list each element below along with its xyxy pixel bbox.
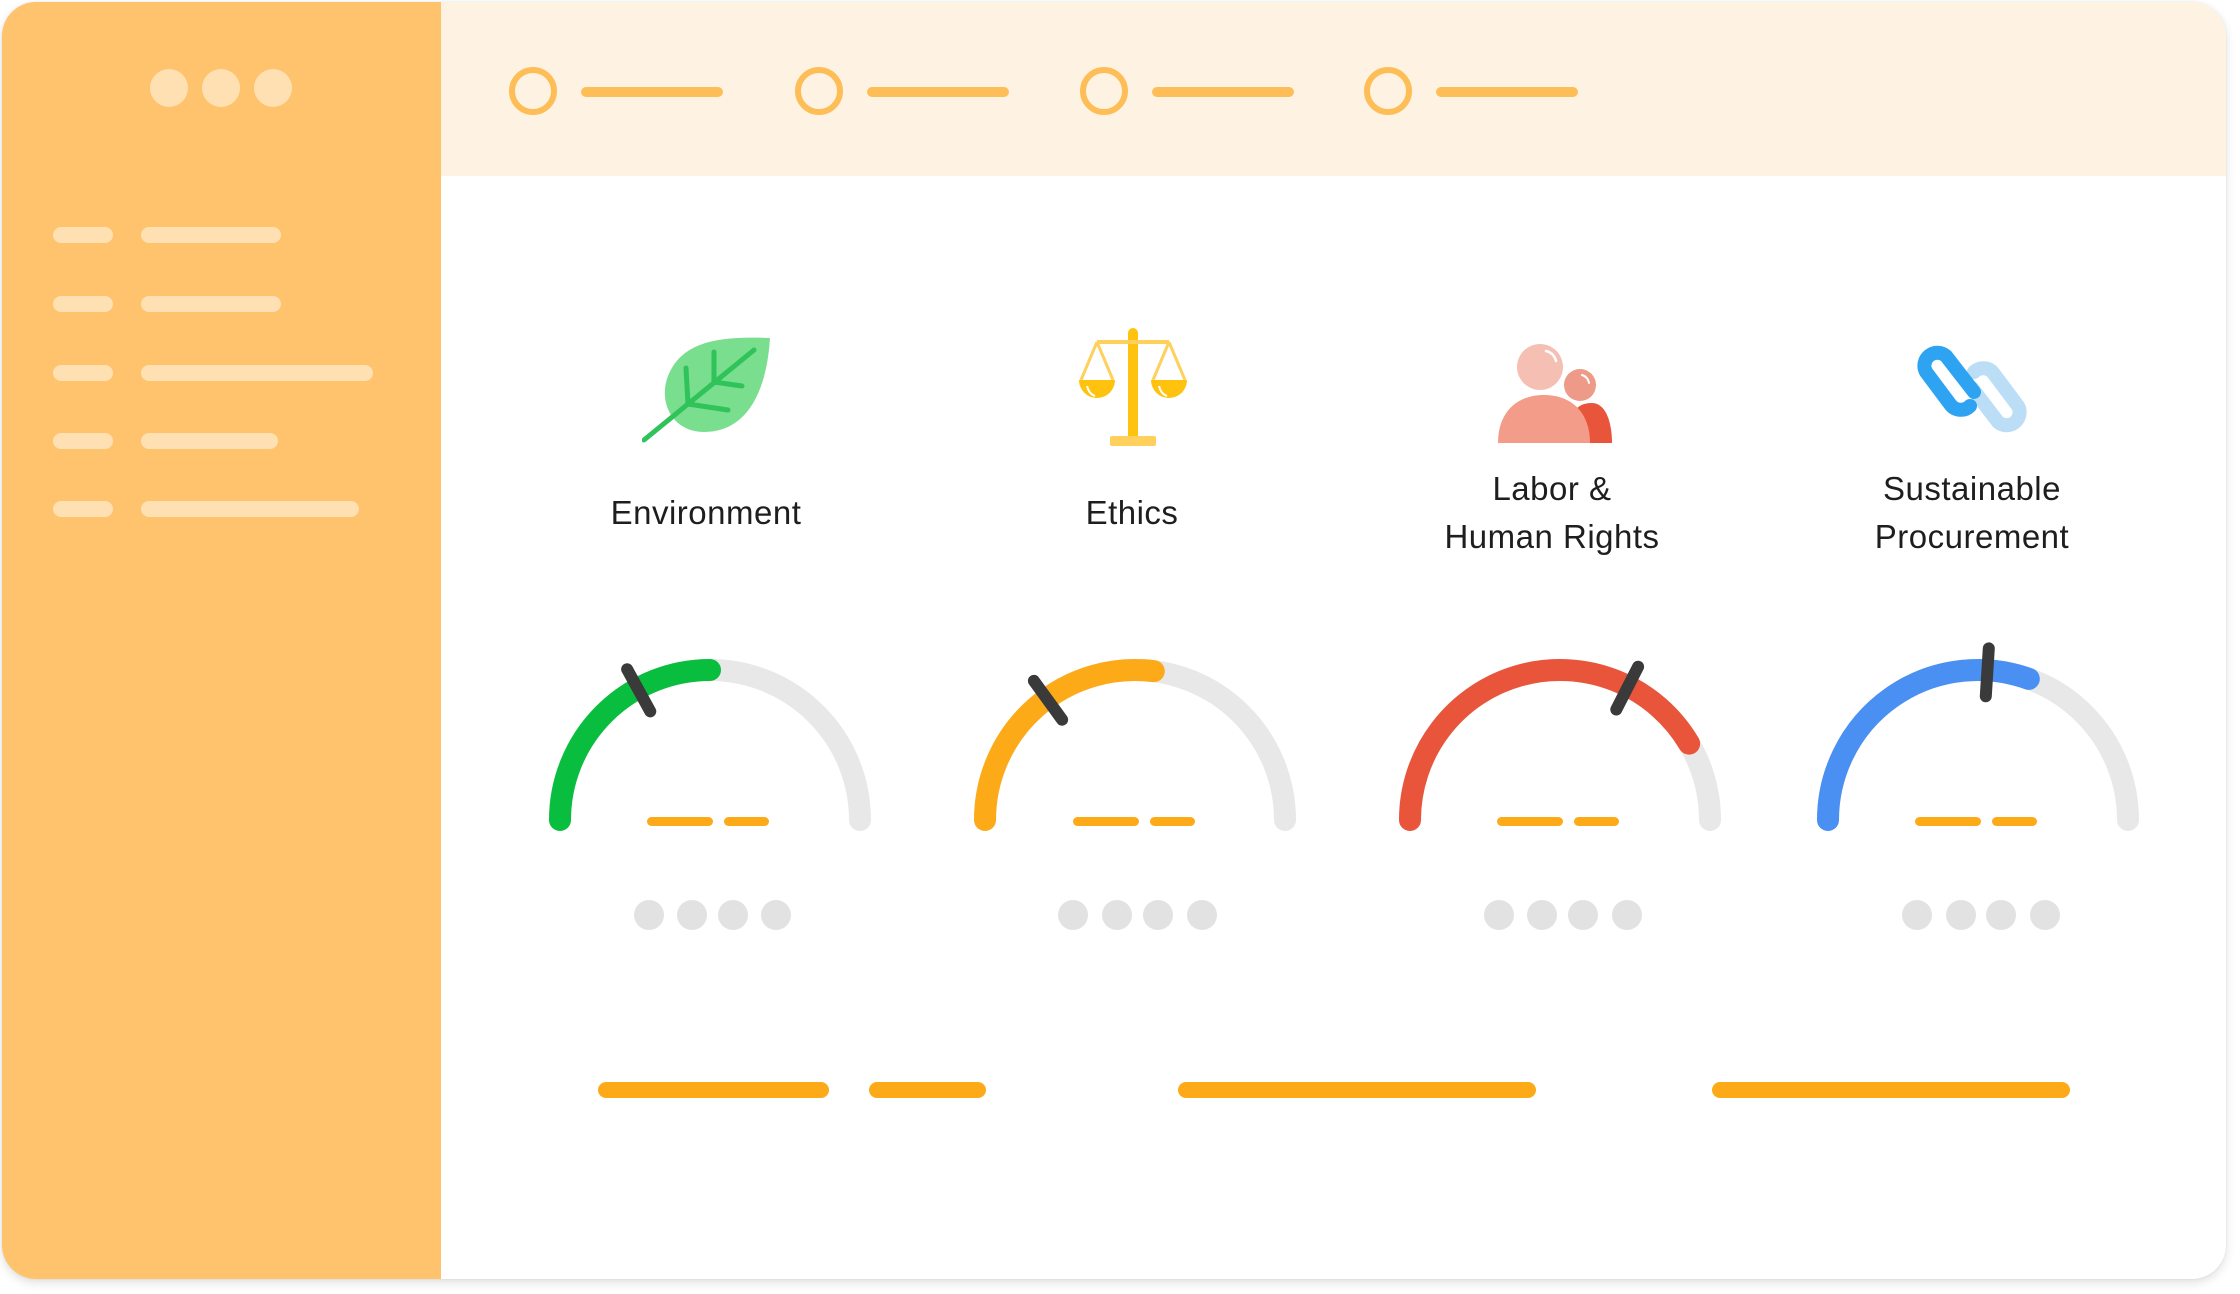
sidebar-item-label-placeholder: [141, 501, 359, 517]
value-placeholder: [1497, 817, 1563, 826]
step-circle-icon: [509, 67, 557, 115]
footer-text-placeholder: [869, 1082, 986, 1098]
category-label-line: Procurement: [1874, 518, 2070, 555]
footer-text-placeholder: [598, 1082, 829, 1098]
sidebar-item-icon-placeholder: [53, 296, 113, 312]
sidebar: [2, 2, 441, 1279]
step-label-placeholder: [581, 87, 723, 97]
category-label-line: Human Rights: [1444, 518, 1660, 555]
sidebar-item-icon-placeholder: [53, 227, 113, 243]
step-circle-icon: [1080, 67, 1128, 115]
rating-dot[interactable]: [1902, 900, 1932, 930]
value-placeholder: [1150, 817, 1195, 826]
rating-dot[interactable]: [677, 900, 707, 930]
window-control-dot[interactable]: [254, 69, 292, 107]
rating-dot[interactable]: [1058, 900, 1088, 930]
sidebar-item-icon-placeholder: [53, 365, 113, 381]
category-label-line: Environment: [610, 494, 802, 531]
rating-dot[interactable]: [1986, 900, 2016, 930]
step-circle-icon: [1364, 67, 1412, 115]
rating-dot[interactable]: [761, 900, 791, 930]
category-label-line: Ethics: [1085, 494, 1179, 531]
sidebar-item-label-placeholder: [141, 365, 373, 381]
value-placeholder: [724, 817, 769, 826]
category-label: Environment: [496, 489, 916, 537]
rating-dot[interactable]: [1187, 900, 1217, 930]
rating-dot[interactable]: [1143, 900, 1173, 930]
rating-dot[interactable]: [1102, 900, 1132, 930]
step-label-placeholder: [1152, 87, 1294, 97]
rating-dot[interactable]: [718, 900, 748, 930]
footer-text-placeholder: [1178, 1082, 1536, 1098]
rating-dot[interactable]: [1484, 900, 1514, 930]
value-placeholder: [1073, 817, 1139, 826]
window-control-dot[interactable]: [202, 69, 240, 107]
rating-dot[interactable]: [1612, 900, 1642, 930]
rating-dot[interactable]: [634, 900, 664, 930]
value-placeholder: [647, 817, 713, 826]
sidebar-item-label-placeholder: [141, 433, 278, 449]
footer-text-placeholder: [1712, 1082, 2070, 1098]
sidebar-item-label-placeholder: [141, 227, 281, 243]
step-label-placeholder: [867, 87, 1009, 97]
rating-dot[interactable]: [1568, 900, 1598, 930]
chain-link-icon: [1917, 345, 2027, 433]
rating-dot[interactable]: [1946, 900, 1976, 930]
window-control-dot[interactable]: [150, 69, 188, 107]
category-label-line: Labor &: [1492, 470, 1612, 507]
value-placeholder: [1574, 817, 1619, 826]
rating-dot[interactable]: [1527, 900, 1557, 930]
header-stepper: [441, 2, 2226, 176]
category-label: Labor & Human Rights: [1342, 465, 1762, 561]
rating-dot[interactable]: [2030, 900, 2060, 930]
sidebar-item-icon-placeholder: [53, 501, 113, 517]
category-label-line: Sustainable: [1883, 470, 2061, 507]
category-label: Ethics: [922, 489, 1342, 537]
value-placeholder: [1992, 817, 2037, 826]
step-label-placeholder: [1436, 87, 1578, 97]
category-label: Sustainable Procurement: [1762, 465, 2182, 561]
step-circle-icon: [795, 67, 843, 115]
people-icon: [1498, 344, 1612, 443]
value-placeholder: [1915, 817, 1981, 826]
scales-icon: [1079, 328, 1187, 446]
sidebar-item-label-placeholder: [141, 296, 281, 312]
sidebar-item-icon-placeholder: [53, 433, 113, 449]
leaf-icon: [642, 337, 770, 443]
